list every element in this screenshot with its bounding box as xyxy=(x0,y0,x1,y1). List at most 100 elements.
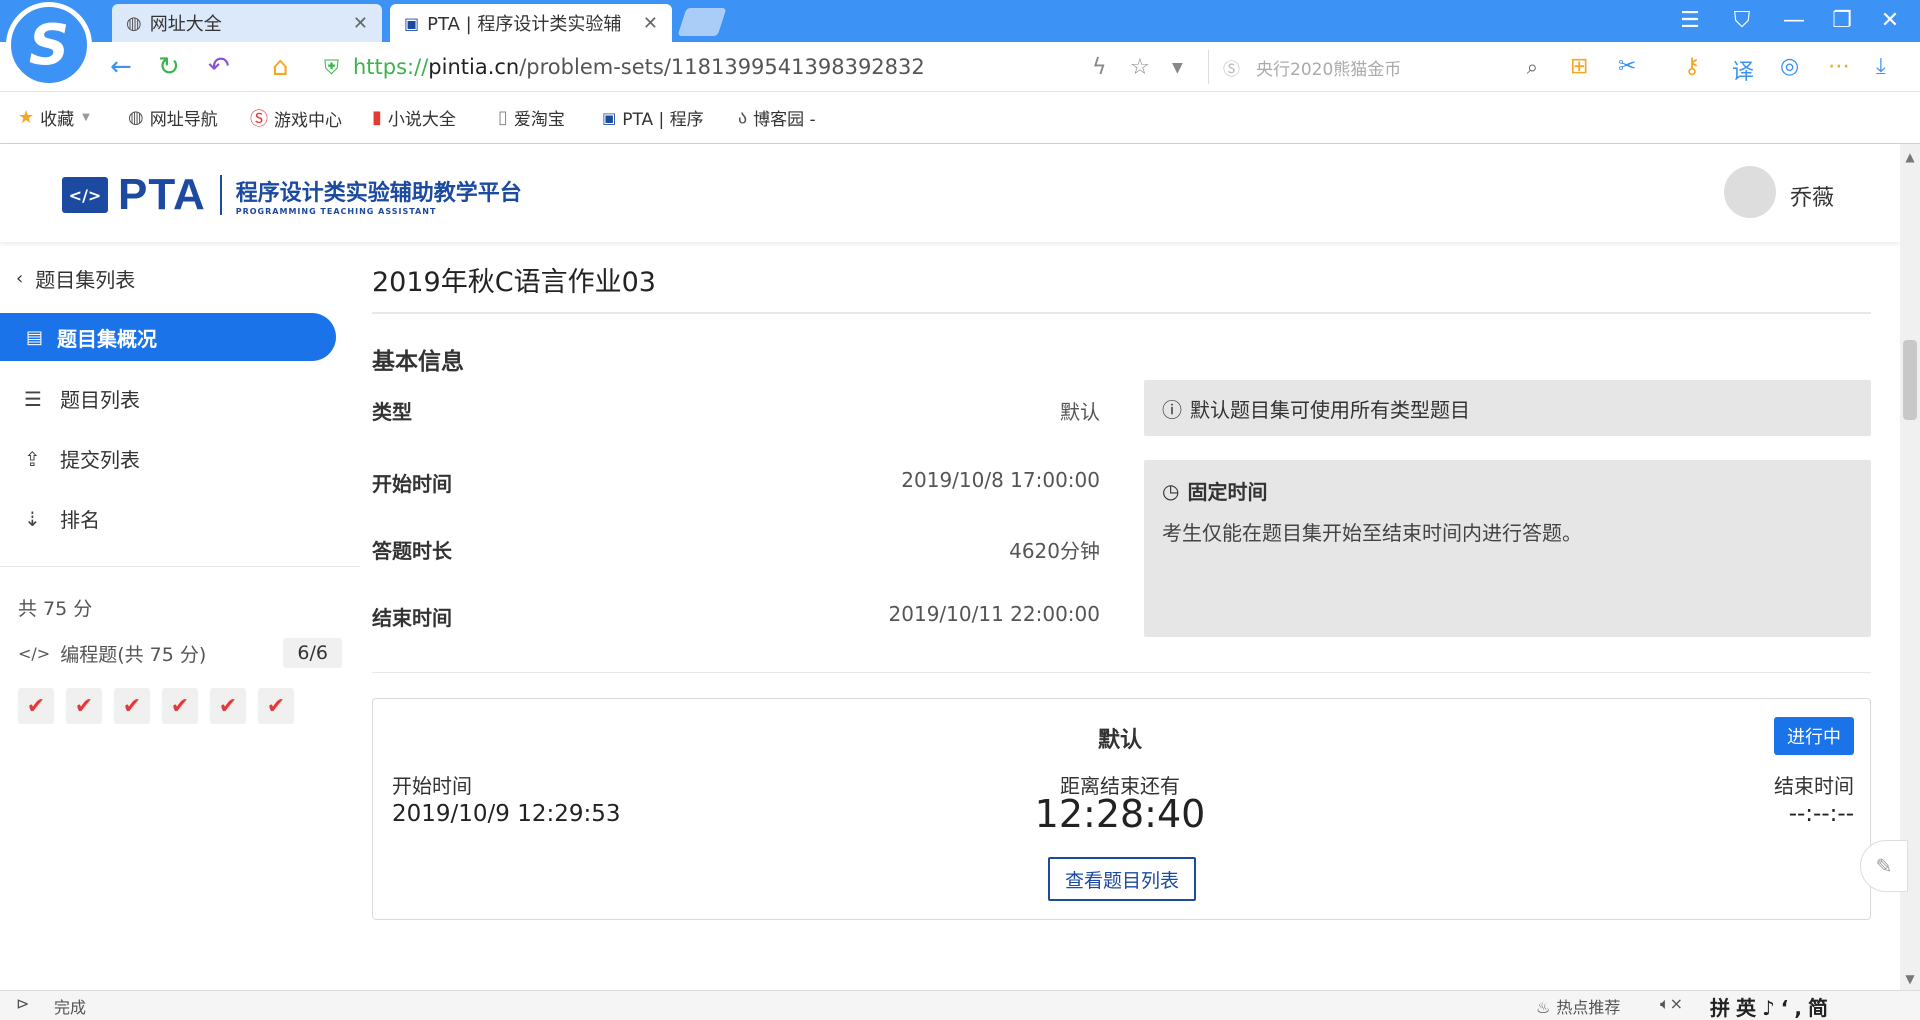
download-icon[interactable]: ⤓ xyxy=(1876,54,1886,79)
avatar[interactable] xyxy=(1724,166,1776,218)
problem-status-list: ✔ ✔ ✔ ✔ ✔ ✔ xyxy=(18,688,294,724)
back-to-problem-sets[interactable]: ‹ 题目集列表 xyxy=(16,264,135,293)
info-value-end: 2019/10/11 22:00:00 xyxy=(888,602,1100,626)
sidebar-item-submissions[interactable]: ⇪ 提交列表 xyxy=(24,444,140,473)
sidebar-item-label: 题目列表 xyxy=(60,388,140,412)
check-icon[interactable]: ✔ xyxy=(210,688,246,724)
bookmark-label: 爱淘宝 xyxy=(513,110,565,130)
check-icon[interactable]: ✔ xyxy=(114,688,150,724)
tab-pta[interactable]: ▣ PTA | 程序设计类实验辅 ✕ xyxy=(390,4,672,42)
sidebar-item-ranking[interactable]: ⇣ 排名 xyxy=(24,504,100,533)
sidebar-item-label: 排名 xyxy=(60,508,100,532)
username[interactable]: 乔薇 xyxy=(1790,180,1834,212)
close-icon[interactable]: ✕ xyxy=(353,13,368,34)
bookmark-nav[interactable]: ◍ 网址导航 xyxy=(128,105,218,130)
search-input[interactable]: Ⓢ 央行2020熊猫金币 ⌕ xyxy=(1208,50,1538,84)
back-label: 题目集列表 xyxy=(35,268,136,292)
close-icon[interactable]: ✕ xyxy=(643,13,658,34)
check-icon[interactable]: ✔ xyxy=(258,688,294,724)
bookmark-add-icon[interactable]: ⊞ xyxy=(1570,54,1588,79)
pta-logo[interactable]: </> PTA 程序设计类实验辅助教学平台 PROGRAMMING TEACHI… xyxy=(62,170,522,220)
fixed-time-title: 固定时间 xyxy=(1187,480,1268,504)
sogou-icon: Ⓢ xyxy=(1223,59,1240,80)
type-note: 默认题目集可使用所有类型题目 xyxy=(1190,397,1470,422)
sidebar-toggle-icon[interactable]: ⊳ xyxy=(16,994,29,1013)
bookmark-blog[interactable]: ა 博客园 - xyxy=(738,105,816,130)
sidebar-item-problems[interactable]: ☰ 题目列表 xyxy=(24,384,140,413)
info-label-duration: 答题时长 xyxy=(372,539,452,563)
bookmark-label: PTA | 程序 xyxy=(622,110,704,130)
bookmark-taobao[interactable]: ▯ 爱淘宝 xyxy=(498,105,565,130)
logo-text: PTA xyxy=(118,170,206,219)
chevron-left-icon: ‹ xyxy=(16,268,24,289)
close-window-icon[interactable]: ✕ xyxy=(1870,8,1910,33)
key-icon[interactable]: ⚷ xyxy=(1684,54,1700,79)
browser-logo-icon[interactable]: S xyxy=(6,2,92,88)
check-icon[interactable]: ✔ xyxy=(66,688,102,724)
total-score: 共 75 分 xyxy=(18,598,93,620)
search-icon[interactable]: ⌕ xyxy=(1527,55,1538,79)
bookmark-label: 网址导航 xyxy=(149,110,218,130)
secure-shield-icon: ⛨ xyxy=(324,55,339,79)
programming-label: 编程题(共 75 分) xyxy=(60,643,207,666)
info-value-start: 2019/10/8 17:00:00 xyxy=(901,468,1100,492)
info-icon: ⓘ xyxy=(1162,397,1182,422)
address-bar[interactable]: ⛨ https:// pintia.cn /problem-sets/11813… xyxy=(324,52,925,82)
info-label-start: 开始时间 xyxy=(372,472,452,496)
fire-icon: ♨ xyxy=(1536,998,1551,1017)
bookmark-label: 小说大全 xyxy=(387,110,456,130)
upload-icon: ⇪ xyxy=(24,446,41,471)
bookmark-label: 博客园 - xyxy=(753,110,816,130)
logo-cn: 程序设计类实验辅助教学平台 xyxy=(235,180,522,206)
browser-status-bar xyxy=(0,990,1920,1020)
hot-news-link[interactable]: ♨ 热点推荐 xyxy=(1536,994,1620,1018)
ime-toolbar[interactable]: 拼英♪‘,简 xyxy=(1710,992,1834,1020)
info-value-type: 默认 xyxy=(1060,400,1100,424)
chevron-down-icon[interactable]: ▼ xyxy=(1172,60,1183,76)
check-icon[interactable]: ✔ xyxy=(18,688,54,724)
mute-icon[interactable]: 🔈︎× xyxy=(1660,994,1683,1014)
sort-icon: ⇣ xyxy=(24,506,41,531)
refresh-icon[interactable]: ↻ xyxy=(158,52,180,82)
undo-icon[interactable]: ↶ xyxy=(208,52,230,82)
programming-count: 6/6 xyxy=(283,638,342,668)
scroll-down-icon[interactable]: ▼ xyxy=(1900,972,1920,986)
type-note-box: ⓘ 默认题目集可使用所有类型题目 xyxy=(1144,380,1871,436)
fixed-time-heading: ◷ 固定时间 xyxy=(1162,476,1853,505)
tab-nav-sites[interactable]: ◍ 网址大全 ✕ xyxy=(112,4,382,42)
restore-icon[interactable]: ❐ xyxy=(1822,8,1862,33)
bookmark-label: 收藏 xyxy=(40,110,75,130)
bookmark-novels[interactable]: ▮ 小说大全 xyxy=(372,105,456,130)
feedback-icon[interactable]: ✎ xyxy=(1860,840,1908,892)
home-icon[interactable]: ⌂ xyxy=(272,52,289,82)
scroll-up-icon[interactable]: ▲ xyxy=(1900,150,1920,164)
bookmark-label: 游戏中心 xyxy=(274,110,342,131)
menu-icon[interactable]: ☰ xyxy=(1670,8,1710,33)
minimize-icon[interactable]: — xyxy=(1774,8,1814,33)
scrollbar-thumb[interactable] xyxy=(1903,340,1917,420)
bookmark-pta[interactable]: ▣ PTA | 程序 xyxy=(602,105,704,131)
tab-label: 网址大全 xyxy=(149,14,222,35)
scissors-icon[interactable]: ✂ xyxy=(1618,54,1636,79)
bookmark-favorites[interactable]: ★ 收藏 ▼ xyxy=(18,105,90,130)
back-arrow-icon[interactable]: ← xyxy=(110,52,132,82)
sidebar-item-overview[interactable]: ▤ 题目集概况 xyxy=(0,313,336,361)
bookmark-games[interactable]: Ⓢ 游戏中心 xyxy=(250,105,342,131)
star-icon: ★ xyxy=(18,107,35,128)
globe-icon: ◍ xyxy=(126,12,142,34)
check-icon[interactable]: ✔ xyxy=(162,688,198,724)
title-divider xyxy=(372,312,1871,314)
star-icon[interactable]: ☆ xyxy=(1130,55,1150,80)
screenshot-icon[interactable]: ◎ xyxy=(1780,54,1799,79)
skin-icon[interactable]: ⛉ xyxy=(1722,8,1762,33)
card-end-label: 结束时间 xyxy=(1774,774,1854,798)
lightning-icon[interactable]: ϟ xyxy=(1092,55,1107,80)
card-start-label: 开始时间 xyxy=(392,774,472,798)
programming-section[interactable]: </> 编程题(共 75 分) 6/6 xyxy=(18,638,342,668)
logo-en: PROGRAMMING TEACHING ASSISTANT xyxy=(235,206,437,216)
game-icon: Ⓢ xyxy=(250,109,268,130)
view-problem-list-button[interactable]: 查看题目列表 xyxy=(1048,857,1196,901)
more-icon[interactable]: ⋯ xyxy=(1828,54,1850,79)
info-label-type: 类型 xyxy=(372,400,412,424)
translate-icon[interactable]: 译 xyxy=(1732,54,1754,86)
